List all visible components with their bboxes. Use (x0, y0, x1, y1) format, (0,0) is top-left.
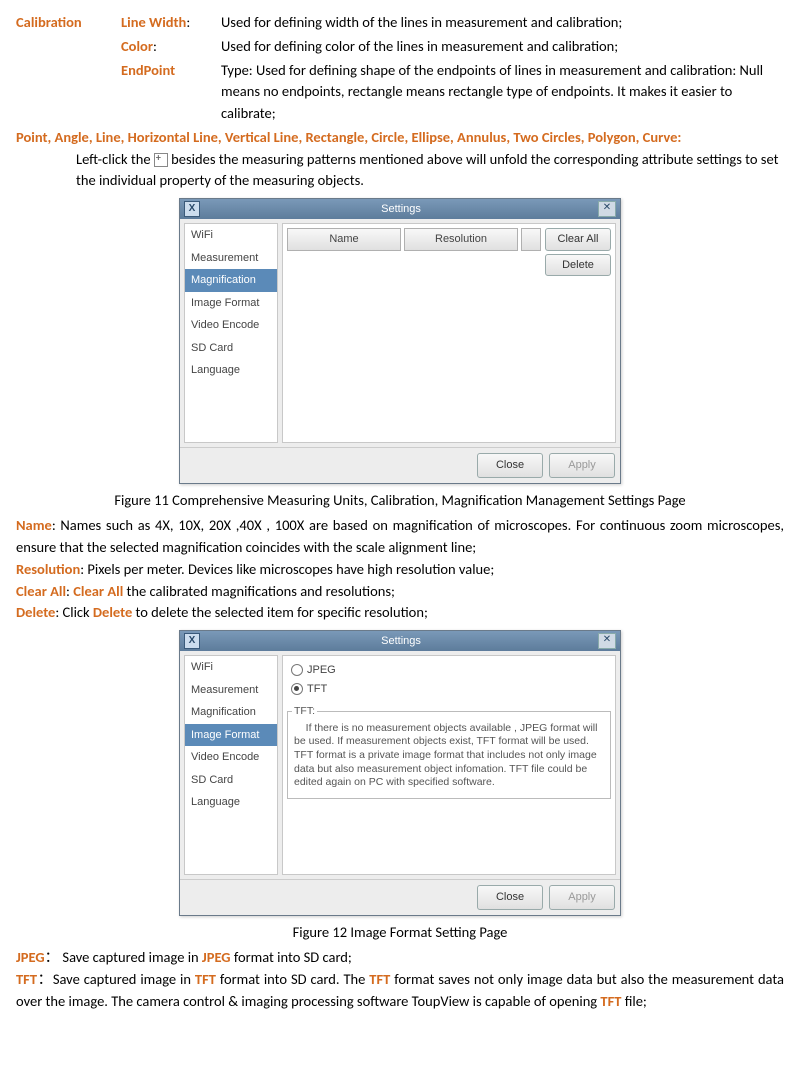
dialog-title: Settings (204, 201, 598, 218)
tft-box-text: If there is no measurement objects avail… (294, 722, 604, 790)
label-linewidth: Line Width: (121, 12, 221, 34)
col-resolution: Resolution (404, 228, 518, 251)
sidebar-item-measurement[interactable]: Measurement (185, 247, 277, 270)
radio-tft[interactable]: TFT (291, 681, 611, 698)
col-spacer (521, 228, 541, 251)
resolution-desc: Resolution: Pixels per meter. Devices li… (16, 559, 784, 581)
sidebar-item-language[interactable]: Language (185, 359, 277, 382)
col-name: Name (287, 228, 401, 251)
heading-calibration: Calibration (16, 12, 121, 34)
dialog-footer: Close Apply (180, 879, 620, 915)
sidebar-item-wifi[interactable]: WiFi (185, 656, 277, 679)
image-format-panel: JPEG TFT TFT: If there is no measurement… (282, 655, 616, 875)
dialog-title: Settings (204, 633, 598, 650)
figure-12-caption: Figure 12 Image Format Setting Page (16, 922, 784, 944)
radio-icon (291, 664, 303, 676)
dialog-footer: Close Apply (180, 447, 620, 483)
tft-paragraph: TFT：Save captured image in TFT format in… (16, 969, 784, 1013)
label-color: Color: (121, 36, 221, 58)
delete-button[interactable]: Delete (545, 254, 611, 277)
app-icon: X (184, 201, 200, 217)
sidebar-list: WiFi Measurement Magnification Image For… (184, 655, 278, 875)
close-button[interactable]: Close (477, 453, 543, 478)
clearall-desc: Clear All: Clear All the calibrated magn… (16, 581, 784, 603)
sidebar-item-image-format[interactable]: Image Format (185, 724, 277, 747)
close-icon[interactable]: ✕ (598, 201, 616, 217)
sidebar-list: WiFi Measurement Magnification Image For… (184, 223, 278, 443)
sidebar-item-magnification[interactable]: Magnification (185, 269, 277, 292)
magnification-panel: Name Resolution Clear All Delete (282, 223, 616, 443)
sidebar-item-video-encode[interactable]: Video Encode (185, 314, 277, 337)
dialog-titlebar: X Settings ✕ (180, 631, 620, 651)
close-icon[interactable]: ✕ (598, 633, 616, 649)
app-icon: X (184, 633, 200, 649)
sidebar-item-video-encode[interactable]: Video Encode (185, 746, 277, 769)
radio-icon (291, 683, 303, 695)
settings-dialog-magnification: X Settings ✕ WiFi Measurement Magnificat… (179, 198, 621, 484)
patterns-desc: Left-click the besides the measuring pat… (76, 149, 784, 193)
text-linewidth: Used for defining width of the lines in … (221, 12, 784, 34)
figure-11-caption: Figure 11 Comprehensive Measuring Units,… (16, 490, 784, 512)
radio-jpeg[interactable]: JPEG (291, 662, 611, 679)
label-endpoint: EndPoint (121, 60, 221, 82)
calibration-linewidth-row: Calibration Line Width: Used for definin… (16, 12, 784, 34)
settings-dialog-image-format: X Settings ✕ WiFi Measurement Magnificat… (179, 630, 621, 916)
calibration-endpoint-row: EndPoint Type: Used for defining shape o… (16, 60, 784, 125)
name-desc: Name: Names such as 4X, 10X, 20X ,40X , … (16, 515, 784, 559)
sidebar-item-wifi[interactable]: WiFi (185, 224, 277, 247)
sidebar-item-sd-card[interactable]: SD Card (185, 337, 277, 360)
apply-button[interactable]: Apply (549, 885, 615, 910)
clear-all-button[interactable]: Clear All (545, 228, 611, 251)
mag-table-header: Name Resolution (287, 228, 541, 251)
text-endpoint: Type: Used for defining shape of the end… (221, 60, 784, 125)
tft-box-label: TFT: (292, 705, 317, 719)
delete-desc: Delete: Click Delete to delete the selec… (16, 602, 784, 624)
sidebar-item-image-format[interactable]: Image Format (185, 292, 277, 315)
sidebar-item-measurement[interactable]: Measurement (185, 679, 277, 702)
calibration-color-row: Color: Used for defining color of the li… (16, 36, 784, 58)
tft-info-box: TFT: If there is no measurement objects … (287, 711, 611, 799)
sidebar-item-magnification[interactable]: Magnification (185, 701, 277, 724)
patterns-list: Point, Angle, Line, Horizontal Line, Ver… (16, 127, 784, 149)
dialog-titlebar: X Settings ✕ (180, 199, 620, 219)
close-button[interactable]: Close (477, 885, 543, 910)
sidebar-item-sd-card[interactable]: SD Card (185, 769, 277, 792)
apply-button[interactable]: Apply (549, 453, 615, 478)
text-color: Used for defining color of the lines in … (221, 36, 784, 58)
jpeg-paragraph: JPEG： Save captured image in JPEG format… (16, 947, 784, 969)
expand-icon[interactable] (154, 153, 168, 167)
sidebar-item-language[interactable]: Language (185, 791, 277, 814)
